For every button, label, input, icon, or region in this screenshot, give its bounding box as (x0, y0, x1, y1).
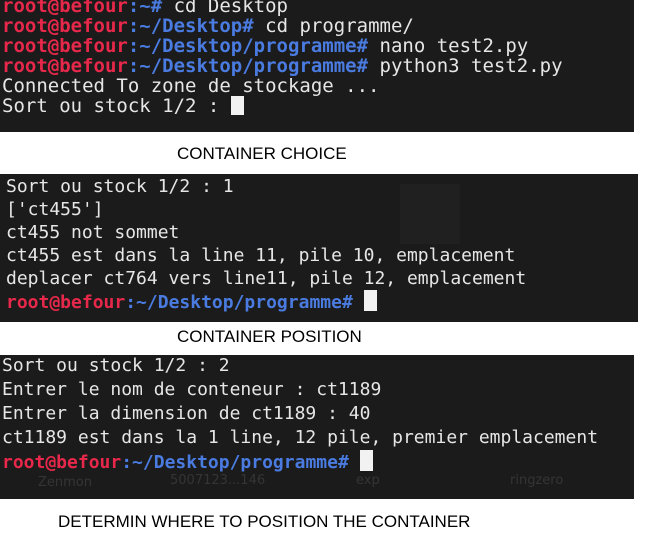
terminal-output: Entrer le nom de conteneur : ct1189 (2, 379, 382, 400)
terminal-line: root@befour:~/Desktop/programme# nano te… (2, 36, 529, 56)
background-desktop-label: exp (356, 473, 380, 488)
terminal-output: Sort ou stock 1/2 : 2 (2, 355, 230, 376)
text-cursor (230, 96, 244, 115)
terminal-window-2[interactable]: Sort ou stock 1/2 : 1 ['ct455'] ct455 no… (0, 174, 638, 322)
background-desktop-label: 5007123...146 (170, 473, 266, 488)
terminal-output: ct455 est dans la line 11, pile 10, empl… (6, 245, 516, 266)
terminal-input-line[interactable]: Sort ou stock 1/2 : (0, 96, 634, 116)
terminal-output: Sort ou stock 1/2 : 1 (6, 176, 234, 197)
text-cursor (363, 290, 377, 311)
caption-determine-position: DETERMIN WHERE TO POSITION THE CONTAINER (58, 512, 471, 531)
prompt-path: :~/Desktop/programme# (125, 292, 353, 313)
terminal-line: root@befour:~/Desktop# cd programme/ (2, 16, 414, 36)
prompt-path: :~/Desktop/programme# (121, 452, 349, 473)
terminal-line: root@befour:~/Desktop/programme# python3… (2, 56, 563, 76)
terminal-output: ct455 not sommet (6, 222, 180, 243)
background-desktop-label: Zenmon (38, 475, 92, 490)
input-prompt: Sort ou stock 1/2 : (2, 96, 231, 116)
terminal-output: deplacer ct764 vers line11, pile 12, emp… (6, 268, 527, 289)
terminal-prompt-line[interactable]: root@befour:~/Desktop/programme# (0, 450, 634, 474)
terminal-window-1[interactable]: root@befour:~# cd Desktop root@befour:~/… (0, 0, 634, 132)
terminal-output: Entrer la dimension de ct1189 : 40 (2, 403, 371, 424)
terminal-line: root@befour:~# cd Desktop (2, 0, 289, 16)
terminal-output: ct1189 est dans la 1 line, 12 pile, prem… (2, 427, 599, 448)
prompt-user: root@befour (2, 452, 122, 473)
caption-container-position: CONTAINER POSITION (177, 327, 362, 346)
terminal-output: ['ct455'] (6, 199, 104, 220)
terminal-output: Connected To zone de stockage ... (2, 76, 380, 96)
background-desktop-label: ringzero (510, 473, 564, 488)
prompt-user: root@befour (6, 292, 126, 313)
caption-container-choice: CONTAINER CHOICE (177, 144, 347, 163)
terminal-prompt-line[interactable]: root@befour:~/Desktop/programme# (0, 290, 638, 313)
text-cursor (359, 450, 373, 471)
terminal-window-3[interactable]: Zenmon 5007123...146 exp ringzero Sort o… (0, 355, 634, 499)
